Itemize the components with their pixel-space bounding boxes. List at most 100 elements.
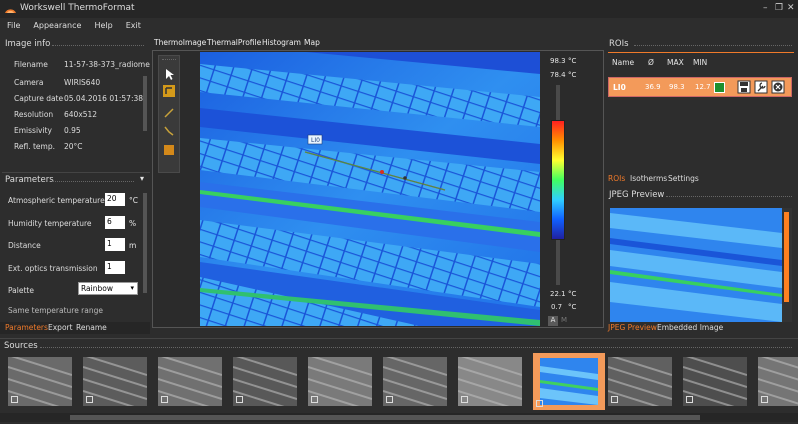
distance-label: Distance xyxy=(8,241,41,250)
source-thumbnail[interactable] xyxy=(683,357,747,406)
source-checkbox[interactable] xyxy=(161,396,168,403)
polyline-tool-icon[interactable] xyxy=(162,124,176,138)
tab-rename[interactable]: Rename xyxy=(76,323,107,332)
roi-max: 98.3 xyxy=(669,83,685,91)
source-thumbnail[interactable] xyxy=(83,357,147,406)
tab-settings[interactable]: Settings xyxy=(668,174,699,183)
source-checkbox[interactable] xyxy=(461,396,468,403)
source-thumbnail[interactable] xyxy=(383,357,447,406)
rois-title: ROIs xyxy=(609,39,629,49)
humidity-label: Humidity temperature xyxy=(8,219,92,228)
scrollbar-thumb[interactable] xyxy=(70,415,700,420)
sources-title: Sources xyxy=(4,341,38,351)
roi-header-min: MIN xyxy=(693,58,708,67)
scale-unit-4: °C xyxy=(568,303,577,311)
tab-export[interactable]: Export xyxy=(48,323,73,332)
scale-max: 98.3 xyxy=(550,57,566,65)
source-thumbnail[interactable] xyxy=(533,353,605,410)
auto-scale-button[interactable]: A xyxy=(548,316,558,326)
scale-unit-1: °C xyxy=(568,57,577,65)
chevron-down-icon: ▾ xyxy=(130,284,134,292)
info-row-filename: Filename 11-57-38-373_radiome xyxy=(14,60,150,69)
menu-exit[interactable]: Exit xyxy=(126,21,141,30)
roi-avg: 36.9 xyxy=(645,83,661,91)
minimize-icon[interactable]: – xyxy=(763,3,768,13)
tab-thermalprofile[interactable]: ThermalProfile xyxy=(207,38,261,47)
tab-embedded-image[interactable]: Embedded Image xyxy=(657,323,723,332)
params-scrollbar[interactable] xyxy=(143,193,147,293)
source-thumbnail[interactable] xyxy=(8,357,72,406)
source-checkbox[interactable] xyxy=(611,396,618,403)
panel-grip xyxy=(40,347,792,349)
source-checkbox[interactable] xyxy=(11,396,18,403)
tab-thermoimage[interactable]: ThermoImage xyxy=(154,38,206,47)
info-scrollbar[interactable] xyxy=(143,76,147,131)
area-tool-icon[interactable] xyxy=(162,143,176,157)
tab-histogram[interactable]: Histogram xyxy=(262,38,301,47)
roi-header-name: Name xyxy=(612,58,635,67)
app-title: Workswell ThermoFormat xyxy=(20,3,135,13)
roi-row[interactable]: LI0 36.9 98.3 12.7 xyxy=(608,77,792,97)
save-icon[interactable] xyxy=(737,80,751,94)
menu-appearance[interactable]: Appearance xyxy=(33,21,81,30)
palette-value: Rainbow xyxy=(81,284,113,293)
roi-header-avg: Ø xyxy=(648,58,654,67)
scale-unit-3: °C xyxy=(568,290,577,298)
palette-select[interactable]: Rainbow ▾ xyxy=(78,282,138,295)
left-tabs: Parameters Export Rename xyxy=(0,322,150,334)
panel-grip xyxy=(52,45,144,47)
sources-scrollbar[interactable] xyxy=(0,413,798,422)
source-checkbox[interactable] xyxy=(386,396,393,403)
source-thumbnail[interactable] xyxy=(458,357,522,406)
color-scale-bar[interactable] xyxy=(551,120,565,240)
delete-icon[interactable] xyxy=(771,80,785,94)
scale-max2: 78.4 xyxy=(550,71,566,79)
ext-optics-label: Ext. optics transmission xyxy=(8,264,98,273)
thermal-image[interactable]: LI0 xyxy=(200,52,540,326)
ext-optics-input[interactable]: 1 xyxy=(105,261,125,274)
source-thumbnail[interactable] xyxy=(158,357,222,406)
scale-unit-2: °C xyxy=(568,71,577,79)
panel-grip xyxy=(666,196,792,198)
menu-file[interactable]: File xyxy=(7,21,20,30)
manual-scale-button[interactable]: M xyxy=(561,316,567,324)
restore-icon[interactable]: ❐ xyxy=(775,3,783,13)
roi-color-swatch[interactable] xyxy=(714,82,725,93)
atm-temp-input[interactable]: 20 xyxy=(105,193,125,206)
roi-header-max: MAX xyxy=(667,58,684,67)
line-tool-icon[interactable] xyxy=(162,106,176,120)
tab-rois[interactable]: ROIs xyxy=(608,174,625,183)
spot-tool-icon[interactable] xyxy=(162,84,176,98)
humidity-input[interactable]: 6 xyxy=(105,216,125,229)
jpeg-tabs: JPEG Preview Embedded Image xyxy=(606,323,796,334)
wrench-icon[interactable] xyxy=(754,80,768,94)
menu-bar: File Appearance Help Exit xyxy=(0,18,798,34)
pointer-icon[interactable] xyxy=(162,67,176,81)
source-thumbnail[interactable] xyxy=(758,357,798,406)
distance-input[interactable]: 1 xyxy=(105,238,125,251)
panel-grip xyxy=(634,45,792,47)
source-checkbox[interactable] xyxy=(761,396,768,403)
source-checkbox[interactable] xyxy=(236,396,243,403)
same-range-label: Same temperature range xyxy=(8,306,103,315)
source-checkbox[interactable] xyxy=(536,400,543,407)
collapse-icon[interactable]: ▾ xyxy=(140,174,144,183)
tab-parameters[interactable]: Parameters xyxy=(5,323,48,332)
roi-min: 12.7 xyxy=(695,83,711,91)
jpeg-preview-image xyxy=(610,208,792,322)
source-checkbox[interactable] xyxy=(686,396,693,403)
source-thumbnail[interactable] xyxy=(308,357,372,406)
source-thumbnail[interactable] xyxy=(233,357,297,406)
tab-isotherms[interactable]: Isotherms xyxy=(630,174,667,183)
source-thumbnail[interactable] xyxy=(608,357,672,406)
source-checkbox[interactable] xyxy=(311,396,318,403)
app-logo-icon xyxy=(5,9,16,13)
jpeg-preview-title: JPEG Preview xyxy=(609,190,665,200)
close-icon[interactable]: ✕ xyxy=(787,3,795,13)
tab-map[interactable]: Map xyxy=(304,38,320,47)
scale-min2: 22.1 xyxy=(550,290,566,298)
source-checkbox[interactable] xyxy=(86,396,93,403)
right-tabs: ROIs Isotherms Settings xyxy=(606,174,796,185)
tab-jpeg-preview[interactable]: JPEG Preview xyxy=(608,323,657,332)
menu-help[interactable]: Help xyxy=(94,21,112,30)
